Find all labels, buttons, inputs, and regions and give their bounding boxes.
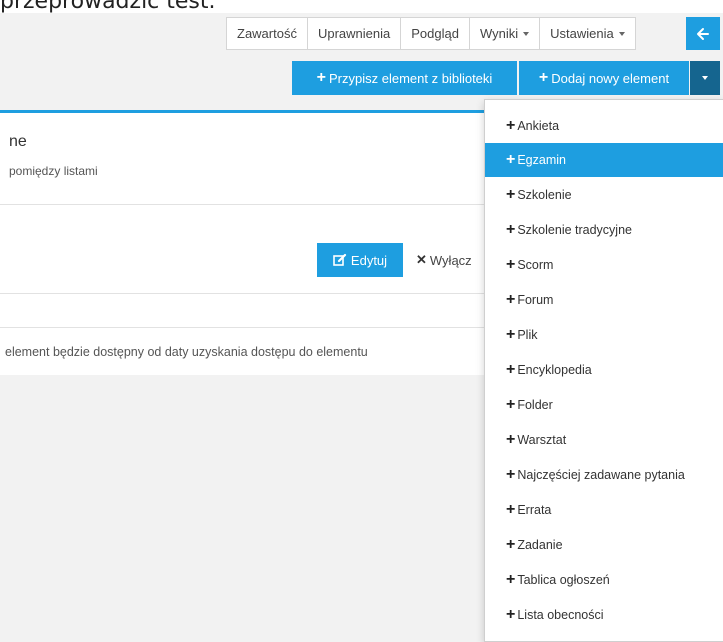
add-element-dropdown-menu: + Ankieta + Egzamin + Szkolenie + Szkolenie … <box>484 99 723 642</box>
nav-tabs: Zawartość Uprawnienia Podgląd Wyniki Ust… <box>226 17 636 50</box>
dropdown-item-plik[interactable]: + Plik <box>485 318 723 352</box>
dropdown-item-label: Encyklopedia <box>517 363 592 377</box>
dropdown-item-szkolenie[interactable]: + Szkolenie <box>485 178 723 212</box>
availability-text: element będzie dostępny od daty uzyskani… <box>5 345 368 359</box>
dropdown-item-warsztat[interactable]: + Warsztat <box>485 423 723 457</box>
assign-from-library-label: Przypisz element z biblioteki <box>329 70 493 86</box>
panel-title: ne <box>9 133 27 150</box>
dropdown-item-ankieta[interactable]: + Ankieta <box>485 109 723 143</box>
dropdown-item-tablica-ogloszen[interactable]: + Tablica ogłoszeń <box>485 563 723 597</box>
dropdown-item-label: Najczęściej zadawane pytania <box>517 468 685 482</box>
dropdown-item-egzamin[interactable]: + Egzamin <box>485 143 723 177</box>
panel-subtitle: pomiędzy listami <box>9 164 98 178</box>
dropdown-item-label: Plik <box>517 328 538 342</box>
divider <box>0 204 500 205</box>
dropdown-item-label: Folder <box>517 398 553 412</box>
caret-down-icon <box>618 31 625 36</box>
edit-icon <box>333 253 347 266</box>
plus-icon: + <box>506 151 516 168</box>
tab-zawartosc[interactable]: Zawartość <box>226 17 308 50</box>
divider <box>0 293 500 294</box>
plus-icon: + <box>506 291 516 308</box>
tab-label: Zawartość <box>237 26 297 41</box>
dropdown-item-label: Errata <box>517 503 552 517</box>
page-caption: przeprowadzić test. <box>0 0 216 14</box>
dropdown-item-label: Ankieta <box>517 119 560 133</box>
edit-button[interactable]: Edytuj <box>317 243 403 277</box>
tab-podglad[interactable]: Podgląd <box>400 17 470 50</box>
dropdown-item-label: Egzamin <box>517 153 566 167</box>
tab-label: Uprawnienia <box>317 26 391 41</box>
dropdown-item-label: Tablica ogłoszeń <box>517 573 610 587</box>
dropdown-item-lista-obecnosci[interactable]: + Lista obecności <box>485 598 723 632</box>
plus-icon: + <box>506 431 516 448</box>
divider <box>0 327 500 328</box>
add-element-dropdown-toggle[interactable] <box>690 61 720 95</box>
dropdown-item-label: Zadanie <box>517 538 563 552</box>
close-icon: ✕ <box>416 252 427 267</box>
plus-icon: + <box>506 186 516 203</box>
dropdown-item-forum[interactable]: + Forum <box>485 283 723 317</box>
plus-icon: + <box>506 536 516 553</box>
tab-label: Wyniki <box>479 26 519 41</box>
element-panel: ne pomiędzy listami Edytuj ✕ Wyłącz elem… <box>0 110 500 375</box>
tab-label: Podgląd <box>411 26 459 41</box>
caret-down-icon <box>523 31 530 36</box>
plus-icon: + <box>506 571 516 588</box>
tab-uprawnienia[interactable]: Uprawnienia <box>306 17 402 50</box>
dropdown-item-scorm[interactable]: + Scorm <box>485 248 723 282</box>
add-new-element-button[interactable]: + Dodaj nowy element <box>519 61 689 95</box>
edit-label: Edytuj <box>350 252 388 268</box>
disable-label: Wyłącz <box>429 252 472 268</box>
caret-down-icon <box>702 76 708 80</box>
dropdown-item-label: Scorm <box>517 258 554 272</box>
dropdown-item-label: Lista obecności <box>517 608 604 622</box>
dropdown-item-folder[interactable]: + Folder <box>485 388 723 422</box>
plus-icon: + <box>506 466 516 483</box>
plus-icon: + <box>506 501 516 518</box>
back-button[interactable] <box>686 17 720 50</box>
add-new-element-label: Dodaj nowy element <box>551 70 670 86</box>
tab-label: Ustawienia <box>550 26 614 41</box>
tab-wyniki[interactable]: Wyniki <box>468 17 541 50</box>
dropdown-item-szkolenie-tradycyjne[interactable]: + Szkolenie tradycyjne <box>485 213 723 247</box>
plus-icon: + <box>506 256 516 273</box>
arrow-left-icon <box>697 27 709 40</box>
dropdown-item-label: Szkolenie <box>517 188 572 202</box>
plus-icon: + <box>506 606 516 623</box>
plus-icon: + <box>506 361 516 378</box>
dropdown-item-encyklopedia[interactable]: + Encyklopedia <box>485 353 723 387</box>
dropdown-item-label: Warsztat <box>517 433 567 447</box>
plus-icon: + <box>506 396 516 413</box>
plus-icon: + <box>538 69 549 86</box>
plus-icon: + <box>506 117 516 134</box>
assign-from-library-button[interactable]: + Przypisz element z biblioteki <box>292 61 517 95</box>
plus-icon: + <box>316 69 327 86</box>
dropdown-item-label: Forum <box>517 293 554 307</box>
plus-icon: + <box>506 221 516 238</box>
tab-ustawienia[interactable]: Ustawienia <box>539 17 636 50</box>
dropdown-item-errata[interactable]: + Errata <box>485 493 723 527</box>
dropdown-item-zadanie[interactable]: + Zadanie <box>485 528 723 562</box>
dropdown-item-faq[interactable]: + Najczęściej zadawane pytania <box>485 458 723 492</box>
dropdown-item-label: Szkolenie tradycyjne <box>517 223 632 237</box>
plus-icon: + <box>506 326 516 343</box>
